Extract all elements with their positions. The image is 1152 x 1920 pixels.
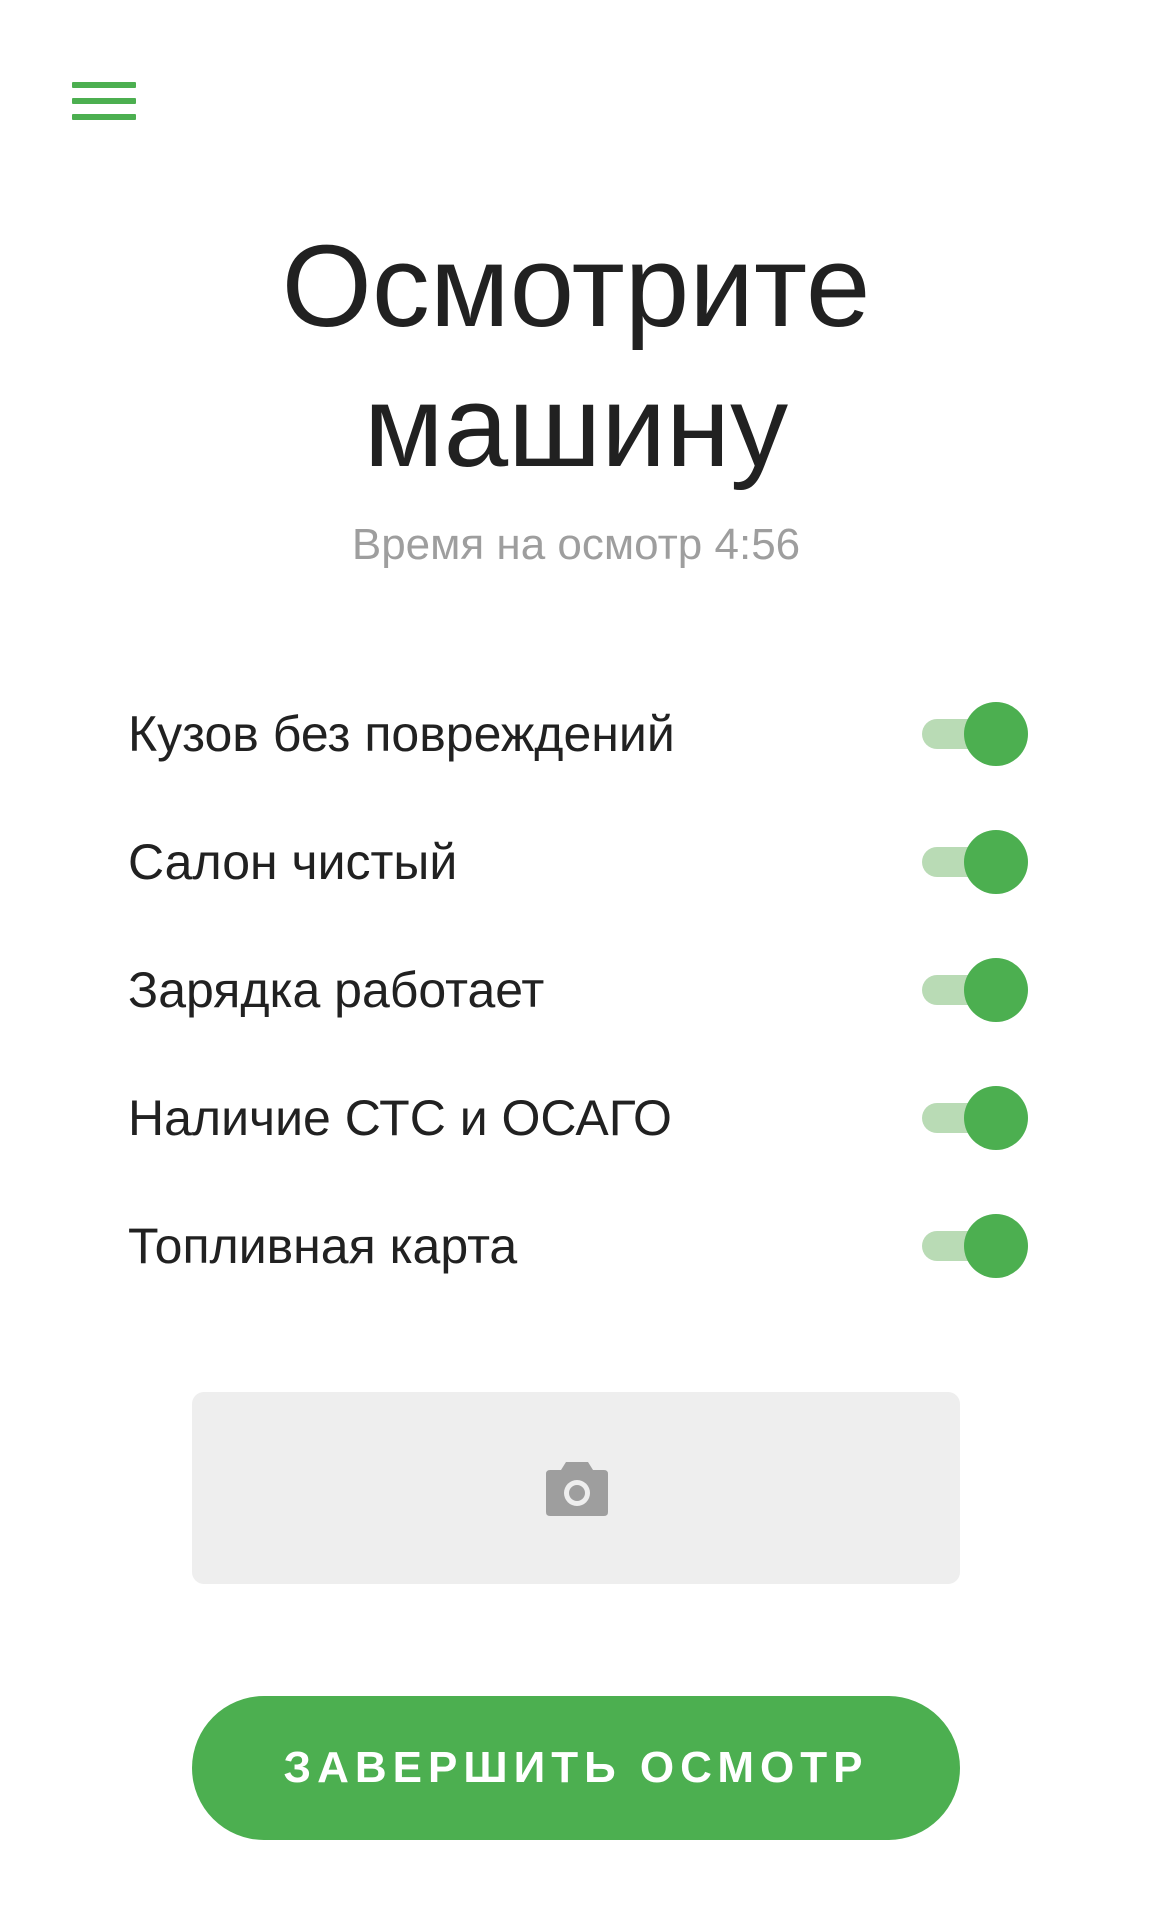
checklist-item-label: Салон чистый — [128, 834, 458, 890]
checklist-item-label: Зарядка работает — [128, 962, 545, 1018]
add-photo-button[interactable] — [192, 1392, 960, 1584]
menu-button[interactable] — [62, 72, 138, 132]
checklist-item-documents: Наличие СТС и ОСАГО — [128, 1054, 1028, 1182]
page-title-line-2: машину — [363, 361, 789, 491]
hamburger-menu-icon-line-2 — [72, 98, 136, 104]
checklist-item-charging: Зарядка работает — [128, 926, 1028, 1054]
checklist-item-label: Топливная карта — [128, 1218, 518, 1274]
toggle-thumb — [964, 1086, 1028, 1150]
checklist-toggle-charging[interactable] — [912, 958, 1028, 1022]
hamburger-menu-icon-line-1 — [72, 82, 136, 88]
camera-icon — [546, 1462, 608, 1516]
toggle-thumb — [964, 1214, 1028, 1278]
finish-inspection-button[interactable]: ЗАВЕРШИТЬ ОСМОТР — [192, 1696, 960, 1840]
checklist-item-label: Кузов без повреждений — [128, 706, 675, 762]
checklist-item-interior: Салон чистый — [128, 798, 1028, 926]
checklist-item-fuel-card: Топливная карта — [128, 1182, 1028, 1310]
toggle-thumb — [964, 830, 1028, 894]
page-title-line-1: Осмотрите — [281, 221, 871, 351]
checklist-item-body: Кузов без повреждений — [128, 670, 1028, 798]
hamburger-menu-icon-line-3 — [72, 114, 136, 120]
toggle-thumb — [964, 702, 1028, 766]
checklist-item-label: Наличие СТС и ОСАГО — [128, 1090, 672, 1146]
inspection-checklist: Кузов без повреждений Салон чистый Заряд… — [128, 670, 1028, 1310]
page-title: Осмотрите машину — [0, 216, 1152, 496]
toggle-thumb — [964, 958, 1028, 1022]
inspection-timer: Время на осмотр 4:56 — [351, 520, 801, 569]
checklist-toggle-interior[interactable] — [912, 830, 1028, 894]
checklist-toggle-fuel-card[interactable] — [912, 1214, 1028, 1278]
checklist-toggle-documents[interactable] — [912, 1086, 1028, 1150]
checklist-toggle-body[interactable] — [912, 702, 1028, 766]
